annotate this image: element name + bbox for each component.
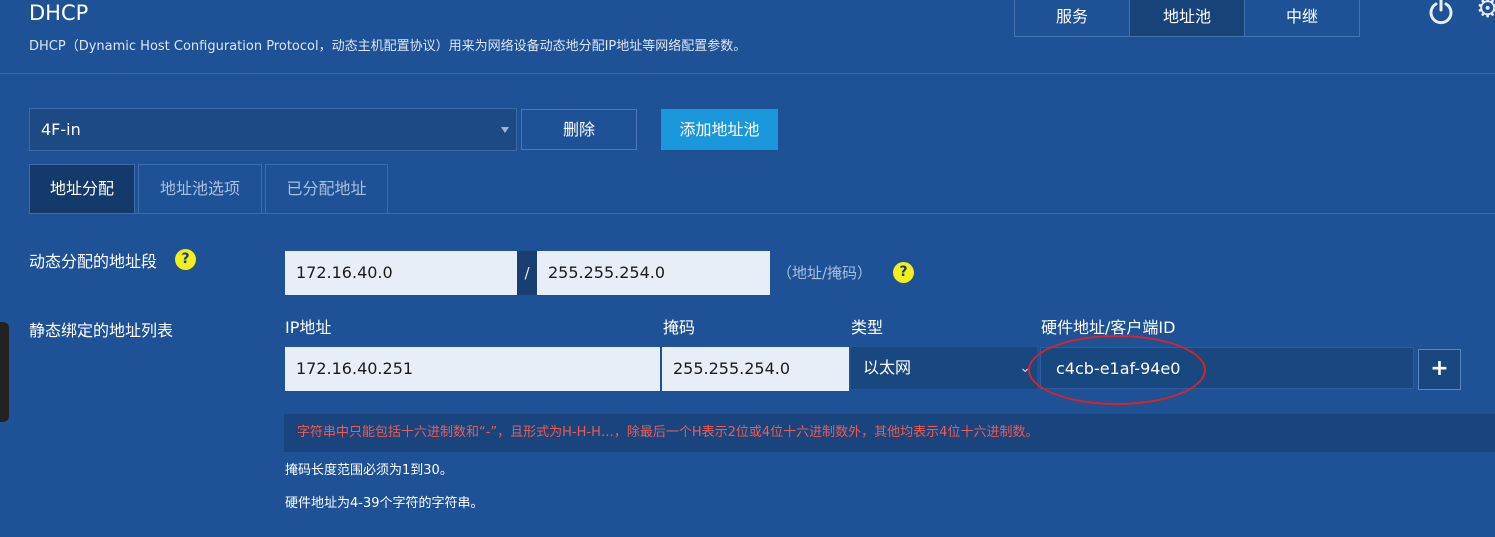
- static-list-label: 静态绑定的地址列表: [29, 321, 174, 340]
- side-panel-handle[interactable]: [0, 322, 9, 422]
- sub-tab-bar: 地址分配 地址池选项 已分配地址: [29, 164, 391, 214]
- column-header-ip: IP地址: [285, 318, 332, 337]
- static-ip-input[interactable]: 172.16.40.251: [285, 347, 660, 391]
- tab-relay[interactable]: 中继: [1245, 0, 1359, 36]
- address-mask-separator: /: [517, 251, 537, 295]
- caret-down-icon: [501, 127, 509, 133]
- type-select-value: 以太网: [863, 358, 912, 377]
- page-title: DHCP: [29, 1, 89, 25]
- help-icon[interactable]: ?: [175, 249, 196, 270]
- tab-address-pool[interactable]: 地址池: [1130, 0, 1245, 36]
- column-header-mask: 掩码: [663, 318, 696, 337]
- top-tab-bar: 服务 地址池 中继: [1014, 0, 1360, 37]
- delete-pool-button[interactable]: 删除: [521, 109, 637, 150]
- tab-pool-options[interactable]: 地址池选项: [138, 164, 262, 214]
- static-mask-input[interactable]: 255.255.254.0: [662, 347, 849, 391]
- page-description: DHCP（Dynamic Host Configuration Protocol…: [29, 39, 747, 54]
- sub-tab-underline: [29, 213, 1495, 214]
- tab-address-allocation[interactable]: 地址分配: [29, 164, 135, 214]
- tab-service[interactable]: 服务: [1015, 0, 1130, 36]
- type-select[interactable]: 以太网 ⌄: [851, 347, 1037, 389]
- help-icon[interactable]: ?: [893, 262, 914, 283]
- add-pool-button[interactable]: 添加地址池: [661, 109, 778, 150]
- column-header-type: 类型: [851, 318, 884, 337]
- dynamic-range-label: 动态分配的地址段: [29, 252, 158, 271]
- header-divider: [0, 73, 1495, 74]
- power-icon[interactable]: [1426, 0, 1456, 26]
- pool-select-value: 4F-in: [41, 120, 81, 139]
- error-message: 字符串中只能包括十六进制数和“-”，且形式为H-H-H…，除最后一个H表示2位或…: [284, 414, 1495, 452]
- add-binding-button[interactable]: +: [1418, 349, 1461, 390]
- pool-select[interactable]: 4F-in: [29, 108, 517, 151]
- gear-icon[interactable]: ⚙: [1476, 0, 1495, 24]
- mask-length-note: 掩码长度范围必须为1到30。: [285, 463, 453, 478]
- address-mask-hint: （地址/掩码）: [777, 264, 873, 282]
- dynamic-address-input[interactable]: 172.16.40.0: [285, 251, 517, 295]
- annotation-circle: [1028, 335, 1206, 405]
- tab-allocated-addresses[interactable]: 已分配地址: [265, 164, 388, 214]
- dynamic-mask-input[interactable]: 255.255.254.0: [537, 251, 770, 295]
- hardware-address-note: 硬件地址为4-39个字符的字符串。: [285, 496, 484, 511]
